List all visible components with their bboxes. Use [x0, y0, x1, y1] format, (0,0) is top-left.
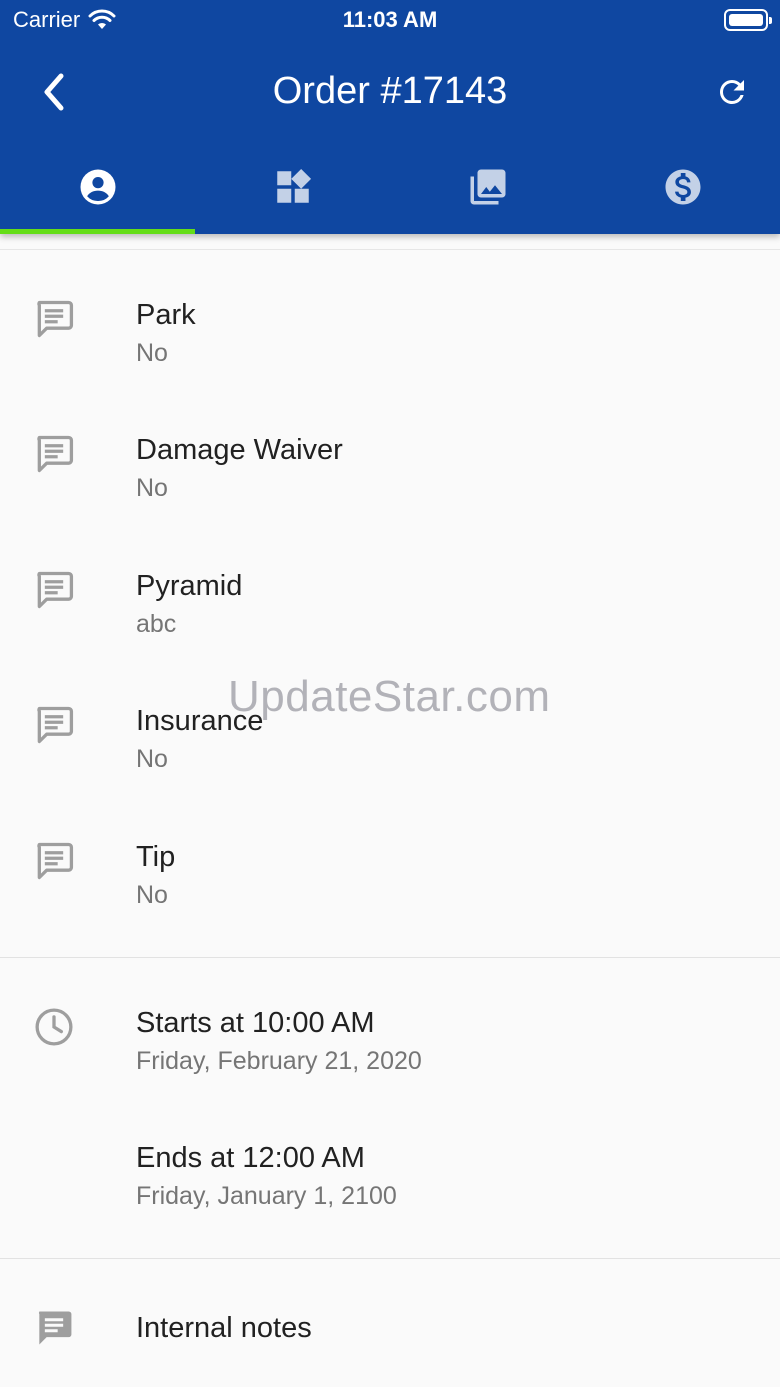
comment-icon — [37, 435, 74, 473]
refresh-icon — [719, 79, 744, 104]
field-value: No — [136, 474, 168, 502]
comment-icon — [37, 571, 74, 609]
field-value: No — [136, 881, 168, 909]
message-icon — [38, 1311, 72, 1345]
schedule-end[interactable]: Ends at 12:00 AM Friday, January 1, 2100 — [0, 1140, 780, 1250]
dollar-circle-icon — [665, 169, 700, 205]
top-divider — [0, 249, 780, 250]
section-divider — [0, 957, 780, 958]
field-pyramid[interactable]: Pyramid abc — [0, 568, 780, 678]
field-tip[interactable]: Tip No — [0, 839, 780, 949]
field-value: No — [136, 745, 168, 773]
account-circle-icon — [80, 169, 115, 205]
watermark: UpdateStar.com — [228, 672, 551, 721]
widgets-icon — [276, 168, 311, 203]
field-park[interactable]: Park No — [0, 297, 780, 407]
tab-items[interactable] — [195, 140, 390, 234]
app-bar: Carrier 11:03 AM Order #17143 — [0, 0, 780, 234]
internal-notes-row[interactable]: Internal notes — [0, 1306, 780, 1387]
field-damage-waiver[interactable]: Damage Waiver No — [0, 432, 780, 542]
section-divider — [0, 1258, 780, 1259]
field-label: Damage Waiver — [136, 434, 343, 466]
refresh-button[interactable] — [708, 68, 756, 116]
page-title: Order #17143 — [272, 70, 508, 112]
field-value: abc — [136, 610, 177, 638]
notes-label: Internal notes — [136, 1312, 312, 1344]
toolbar: Order #17143 — [0, 54, 780, 128]
tab-customer[interactable] — [0, 140, 195, 234]
tab-photos[interactable] — [390, 140, 585, 234]
field-value: No — [136, 339, 168, 367]
field-label: Park — [136, 299, 196, 331]
comment-icon — [37, 706, 74, 744]
start-date: Friday, February 21, 2020 — [136, 1047, 422, 1075]
clock: 11:03 AM — [342, 7, 438, 32]
tab-payments[interactable] — [585, 140, 780, 234]
clock-icon — [35, 1008, 73, 1046]
field-label: Tip — [136, 841, 176, 873]
schedule-start[interactable]: Starts at 10:00 AM Friday, February 21, … — [0, 1005, 780, 1115]
field-label: Pyramid — [136, 570, 243, 602]
comment-icon — [37, 842, 74, 880]
tab-bar — [0, 140, 780, 234]
photo-library-icon — [470, 169, 505, 205]
start-time: Starts at 10:00 AM — [136, 1007, 375, 1039]
end-date: Friday, January 1, 2100 — [136, 1182, 397, 1210]
end-time: Ends at 12:00 AM — [136, 1142, 365, 1174]
status-bar: Carrier 11:03 AM — [0, 0, 780, 40]
battery-icon — [724, 9, 772, 31]
comment-icon — [37, 300, 74, 338]
